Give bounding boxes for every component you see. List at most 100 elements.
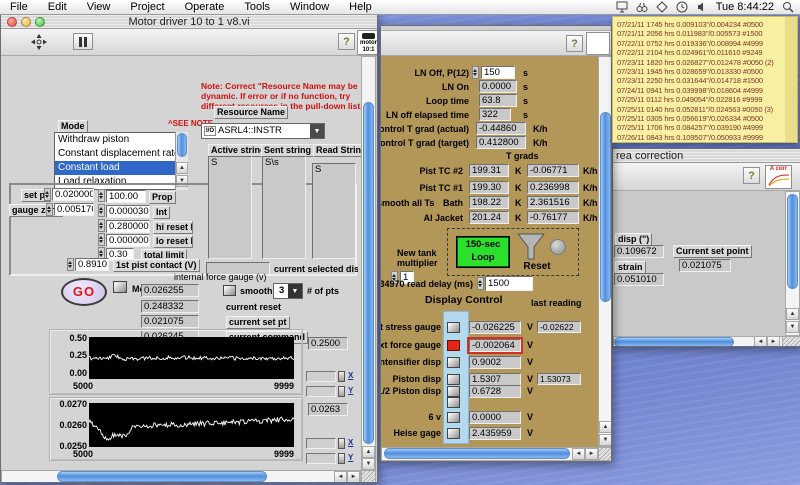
area-vscroll-thumb[interactable] xyxy=(787,194,798,289)
pause-button[interactable] xyxy=(73,33,93,50)
loop-horizontal-scrollbar[interactable]: ◄ ► xyxy=(381,447,598,461)
motor-help-button[interactable]: ? xyxy=(338,33,355,50)
display-toggle-button[interactable] xyxy=(447,322,460,333)
area-resize-grip[interactable] xyxy=(782,336,800,347)
diamond-icon[interactable] xyxy=(656,1,668,13)
minimize-button[interactable] xyxy=(21,17,31,27)
motor-title-bar[interactable]: Motor driver 10 to 1 v8.vi xyxy=(1,15,377,29)
menu-item-tools[interactable]: Tools xyxy=(234,1,280,13)
loop-vertical-scrollbar[interactable]: ▲ ▼ xyxy=(598,56,612,447)
loop-scroll-down-icon[interactable]: ▼ xyxy=(599,434,612,446)
motor-horizontal-scrollbar[interactable]: ◄ ► xyxy=(1,470,361,483)
graph2-y-scale-label[interactable]: Y xyxy=(348,453,353,462)
graph1-y-scale-label[interactable]: Y xyxy=(348,386,353,395)
mode-scroll-up-icon[interactable]: ▲ xyxy=(176,162,188,174)
loop-row-spinner[interactable] xyxy=(472,66,479,79)
display-icon[interactable] xyxy=(616,1,628,13)
display-toggle-button[interactable] xyxy=(447,357,460,368)
display-toggle-button[interactable] xyxy=(447,428,460,439)
int-input[interactable]: 0.000030 xyxy=(106,205,150,218)
menu-item-operate[interactable]: Operate xyxy=(175,1,235,13)
gauge-zero-input[interactable]: 0.005170 xyxy=(54,203,94,216)
menu-item-project[interactable]: Project xyxy=(120,1,174,13)
area-title-bar[interactable]: rea correction xyxy=(613,149,800,163)
menu-item-window[interactable]: Window xyxy=(280,1,339,13)
loop-scroll-left-icon[interactable]: ◄ xyxy=(572,448,585,460)
motor-vi-icon[interactable]: motor 10:1 xyxy=(357,30,378,55)
graph2-y-scale-lock-icon[interactable] xyxy=(338,453,345,464)
motor-resize-grip[interactable] xyxy=(361,470,376,483)
gauge-zero-spinner[interactable] xyxy=(46,203,53,216)
num-pts-dropdown[interactable]: 3 ▼ xyxy=(273,283,303,299)
set-pt-spinner[interactable] xyxy=(44,188,51,201)
display-toggle-button[interactable] xyxy=(447,374,460,385)
loop-hscroll-thumb[interactable] xyxy=(384,448,570,459)
area-scroll-up-icon[interactable]: ▲ xyxy=(786,308,799,320)
motor-scroll-down-icon[interactable]: ▼ xyxy=(362,458,375,470)
int-spinner[interactable] xyxy=(98,204,105,217)
graph1-y-scale-lock-icon[interactable] xyxy=(338,386,345,397)
run-icon[interactable] xyxy=(31,34,47,50)
area-hscroll-thumb[interactable] xyxy=(614,337,734,347)
prop-input[interactable]: 100.00 xyxy=(106,190,146,203)
mode-list-scrollbar[interactable]: ▲ ▼ xyxy=(175,132,188,190)
area-help-button[interactable]: ? xyxy=(743,167,760,184)
go-button[interactable]: GO xyxy=(61,278,107,306)
loop-row-value[interactable]: 150 xyxy=(481,66,515,79)
volume-icon[interactable] xyxy=(696,1,708,13)
motor-scroll-left-icon[interactable]: ◄ xyxy=(334,471,347,483)
funnel-icon[interactable] xyxy=(517,232,545,262)
mode-item[interactable]: Constant displacement rate xyxy=(55,147,187,161)
close-button[interactable] xyxy=(7,17,17,27)
menu-item-file[interactable]: File xyxy=(0,1,38,13)
motor-hscroll-thumb[interactable] xyxy=(57,471,267,482)
area-scroll-right-icon[interactable]: ► xyxy=(767,336,780,347)
loop-help-button[interactable]: ? xyxy=(566,35,583,52)
area-horizontal-scrollbar[interactable]: ◄ ► xyxy=(613,336,800,347)
loop-vscroll-thumb[interactable] xyxy=(600,112,611,302)
loop-scroll-right-icon[interactable]: ► xyxy=(585,448,598,460)
area-vi-icon[interactable]: A corr xyxy=(765,165,792,189)
lo-reset-spinner[interactable] xyxy=(98,233,105,246)
binoculars-icon[interactable] xyxy=(636,1,648,13)
graph2-x-scale-label[interactable]: X xyxy=(348,438,353,447)
display-toggle-button[interactable] xyxy=(447,412,460,423)
motor-vertical-scrollbar[interactable]: ▲ ▼ xyxy=(361,56,376,471)
menu-item-help[interactable]: Help xyxy=(339,1,382,13)
graph1-x-scale-label[interactable]: X xyxy=(348,371,353,380)
sticky-scroll-strip[interactable] xyxy=(785,17,797,143)
hi-reset-input[interactable]: 0.280000 xyxy=(106,220,150,233)
smooth-button[interactable] xyxy=(223,285,236,296)
motor-vscroll-thumb[interactable] xyxy=(363,102,374,444)
display-toggle-button[interactable] xyxy=(447,397,460,408)
first-contact-input[interactable]: 0.8910 xyxy=(75,258,109,271)
resource-dropdown-arrow-icon[interactable]: ▼ xyxy=(310,124,324,138)
display-toggle-button[interactable] xyxy=(447,340,460,351)
lo-reset-input[interactable]: 0.000000 xyxy=(106,234,150,247)
motor-scroll-right-icon[interactable]: ► xyxy=(347,471,360,483)
loop-scroll-up-icon[interactable]: ▲ xyxy=(599,421,612,433)
menu-item-view[interactable]: View xyxy=(77,1,121,13)
prop-spinner[interactable] xyxy=(98,189,105,202)
menu-item-edit[interactable]: Edit xyxy=(38,1,77,13)
graph2-x-scale-lock-icon[interactable] xyxy=(338,438,345,449)
read-delay-input[interactable]: 1500 xyxy=(485,276,533,291)
sticky-note-log[interactable]: 07/21/11 1745 hrs 0.009103"/0.004234 #05… xyxy=(612,16,798,143)
area-scroll-down-icon[interactable]: ▼ xyxy=(786,321,799,333)
mode-item[interactable]: Withdraw piston xyxy=(55,133,187,147)
graph1-x-scale-lock-icon[interactable] xyxy=(338,371,345,382)
mode-scroll-thumb[interactable] xyxy=(177,133,187,157)
first-contact-spinner[interactable] xyxy=(67,258,74,271)
mode-item[interactable]: Constant load xyxy=(55,161,187,175)
area-scroll-left-icon[interactable]: ◄ xyxy=(754,336,767,347)
set-pt-input[interactable]: 0.020000 xyxy=(52,188,94,201)
motor-scroll-up-icon[interactable]: ▲ xyxy=(362,446,375,458)
hi-reset-spinner[interactable] xyxy=(98,219,105,232)
loop-150sec-button[interactable]: 150-sec Loop xyxy=(457,237,509,267)
num-pts-dropdown-arrow-icon[interactable]: ▼ xyxy=(288,284,302,298)
loop-resize-grip[interactable] xyxy=(598,447,612,461)
display-toggle-button[interactable] xyxy=(447,386,460,397)
area-vertical-scrollbar[interactable]: ▲ ▼ xyxy=(785,191,800,336)
menu-clock[interactable]: Tue 8:44:22 xyxy=(716,1,774,13)
spotlight-icon[interactable] xyxy=(782,1,794,13)
